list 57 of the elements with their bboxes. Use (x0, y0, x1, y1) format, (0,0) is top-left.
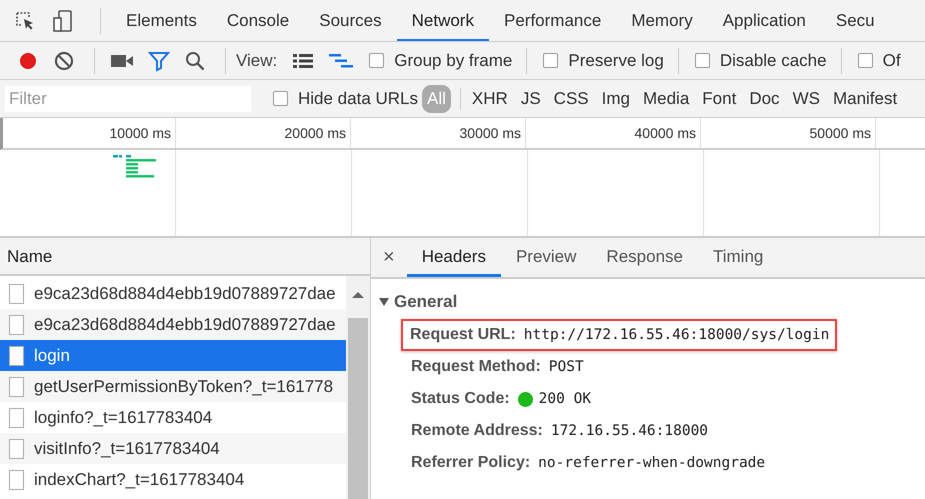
time-tick: 30000 ms (460, 125, 521, 141)
panel-tab[interactable]: Performance (488, 0, 616, 41)
header-name: Referrer Policy: (411, 454, 530, 472)
filter-field[interactable]: Filter (5, 86, 251, 112)
detail-tab[interactable]: Preview (500, 238, 592, 277)
time-tick: 10000 ms (110, 125, 171, 141)
time-tick: 40000 ms (634, 125, 696, 141)
option-checkbox[interactable]: Of (858, 50, 901, 70)
panel-tab[interactable]: Sources (304, 0, 397, 41)
scrollbar-thumb[interactable] (348, 318, 368, 499)
header-value: 172.16.55.46:18000 (550, 423, 708, 439)
header-name: Remote Address: (411, 422, 543, 440)
header-name: Status Code: (411, 390, 510, 408)
request-row[interactable]: login (0, 340, 346, 371)
video-camera-icon[interactable] (110, 52, 134, 68)
header-value: no-referrer-when-downgrade (538, 455, 766, 471)
hide-data-urls-checkbox[interactable]: Hide data URLs (273, 88, 418, 108)
filter-icon[interactable] (148, 50, 170, 72)
clear-icon[interactable] (53, 50, 75, 72)
header-name: Request URL: (410, 326, 516, 344)
panel-tab[interactable]: Application (708, 0, 821, 41)
option-checkbox[interactable]: Preserve log (543, 50, 664, 70)
type-filter[interactable]: Manifest (828, 84, 902, 112)
type-filter[interactable]: Media (638, 84, 694, 112)
type-filter[interactable]: Img (596, 84, 635, 112)
detail-tab[interactable]: Timing (698, 238, 778, 277)
option-checkbox[interactable]: Disable cache (694, 50, 827, 70)
scroll-up-icon[interactable] (352, 292, 364, 298)
request-row[interactable]: visitInfo?_t=1617783404 (0, 433, 346, 464)
type-filter[interactable]: WS (788, 84, 825, 112)
type-filter[interactable]: XHR (466, 84, 513, 112)
header-name: Request Method: (411, 358, 541, 376)
large-rows-icon[interactable] (292, 52, 314, 68)
request-row[interactable]: getUserPermissionByToken?_t=161778 (0, 371, 346, 402)
header-value: POST (548, 359, 584, 375)
type-filter[interactable]: JS (516, 84, 546, 112)
request-row[interactable]: e9ca23d68d884d4ebb19d07889727dae (0, 309, 346, 340)
waterfall-icon[interactable] (328, 52, 354, 68)
panel-tab[interactable]: Elements (111, 0, 212, 41)
type-filter[interactable]: CSS (548, 84, 594, 112)
search-icon[interactable] (184, 50, 206, 72)
type-filter[interactable]: Font (697, 84, 742, 112)
option-checkbox[interactable]: Group by frame (369, 50, 512, 70)
view-label: View: (236, 50, 278, 70)
header-value: 200 OK (538, 391, 592, 407)
detail-tab[interactable]: Response (591, 238, 698, 277)
type-filter[interactable]: Doc (744, 84, 785, 112)
panel-tab[interactable]: Console (212, 0, 304, 41)
panel-tab[interactable]: Memory (616, 0, 708, 41)
panel-tab[interactable]: Secu (820, 0, 890, 41)
close-button[interactable]: × (371, 238, 407, 277)
time-tick: 20000 ms (284, 125, 346, 141)
time-tick: 50000 ms (810, 125, 871, 141)
section-header[interactable]: General (379, 289, 925, 315)
device-icon[interactable] (52, 8, 74, 32)
header-value: http://172.16.55.46:18000/sys/login (524, 327, 830, 343)
detail-tab[interactable]: Headers (406, 238, 501, 277)
